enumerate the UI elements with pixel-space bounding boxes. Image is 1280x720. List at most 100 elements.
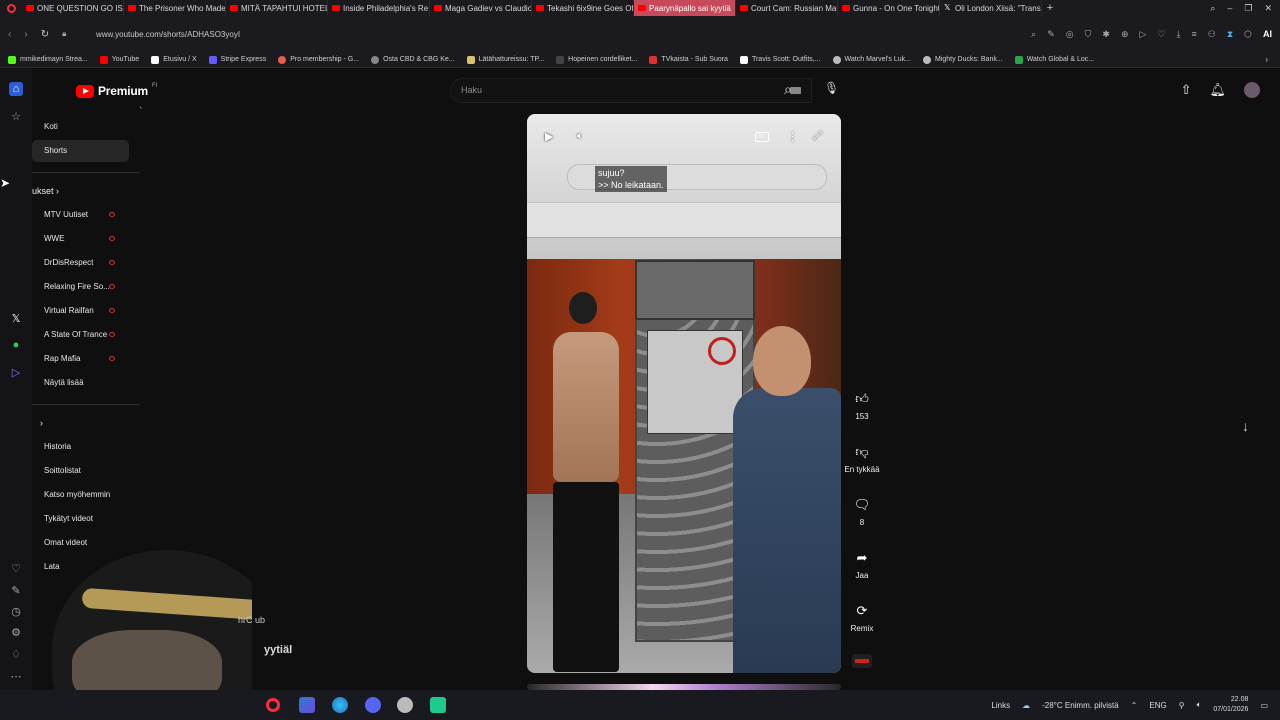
menu-icon[interactable]: ≡ [1191, 29, 1196, 39]
edit-icon[interactable]: ✎ [1047, 29, 1055, 40]
weather-icon[interactable]: ☁ [1022, 701, 1030, 710]
history-icon[interactable]: ◷ [9, 605, 23, 619]
camera-icon[interactable]: ◎ [1066, 29, 1074, 40]
browser-tab[interactable]: Inside Philadelphia's Re [328, 0, 430, 16]
browser-tab[interactable]: ONE QUESTION GO IS BA [22, 0, 124, 16]
upload-icon[interactable]: ⇧ [1181, 82, 1192, 98]
extension-icon[interactable]: ✱ [1102, 29, 1110, 40]
subscription-item[interactable]: MTV Uutiset [32, 204, 129, 226]
heart-icon[interactable]: ♡ [1157, 29, 1165, 40]
edge-taskbar-icon[interactable] [332, 697, 348, 713]
comments-button[interactable]: 🗨︎ 8 [840, 494, 884, 527]
show-more-button[interactable]: Näytä lisää [32, 372, 129, 394]
spotify-icon[interactable]: ● [9, 338, 23, 352]
youtube-logo[interactable]: Premium FI [76, 83, 157, 98]
links-toolbar[interactable]: Links [991, 701, 1010, 710]
settings-icon[interactable]: ⚙ [9, 626, 23, 640]
edit-icon[interactable]: ✎ [9, 584, 23, 598]
heart-icon[interactable]: ♡ [9, 562, 23, 576]
sound-thumbnail[interactable] [852, 654, 872, 668]
forward-icon[interactable]: › [24, 29, 27, 40]
play-icon[interactable]: ▶ [545, 130, 553, 143]
minimize-icon[interactable]: – [1227, 3, 1232, 13]
browser-tab[interactable]: Gunna - On One Tonight [838, 0, 940, 16]
bookmark[interactable]: mmikedimayn Strea... [8, 55, 100, 64]
ai-button[interactable]: AI [1263, 29, 1272, 39]
fullscreen-icon[interactable]: ⤢ [813, 130, 822, 143]
new-tab-icon[interactable]: + [1042, 2, 1058, 14]
browser-tab-active[interactable]: Paarynäpallo sai kyytiä [634, 0, 736, 16]
url-field[interactable]: www.youtube.com/shorts/ADHASO3yoyI [96, 30, 240, 39]
opera-logo-icon[interactable] [0, 0, 22, 16]
avatar[interactable] [1244, 82, 1260, 98]
share-button[interactable]: ➦ Jaa [840, 547, 884, 580]
microphone-icon[interactable]: 🎙︎ [824, 81, 839, 95]
more-icon[interactable]: ⋯ [9, 670, 23, 684]
browser-tab[interactable]: Maga Gadiev vs Claudio [430, 0, 532, 16]
discord-taskbar-icon[interactable] [365, 697, 381, 713]
volume-icon[interactable]: 🔈︎ [577, 130, 584, 143]
reload-icon[interactable]: ↻ [41, 29, 49, 40]
obs-taskbar-icon[interactable] [430, 697, 446, 713]
bookmark[interactable]: Etusivu / X [151, 55, 208, 64]
subscription-item[interactable]: WWE [32, 228, 129, 250]
browser-tab[interactable]: Court Cam: Russian Man [736, 0, 838, 16]
guide-item-playlists[interactable]: Soittolistat [32, 460, 129, 482]
clock[interactable]: 22.08 07/01/2026 [1213, 695, 1248, 715]
player-icon[interactable]: ▷ [9, 366, 23, 380]
browser-tab[interactable]: The Prisoner Who Made [124, 0, 226, 16]
subscription-item[interactable]: Virtual Railfan [32, 300, 129, 322]
aria-icon[interactable]: ⧗ [1227, 29, 1233, 40]
bulb-icon[interactable]: ♢ [9, 648, 23, 662]
guide-item-liked-videos[interactable]: Tykätyt videot [32, 508, 129, 530]
search-icon[interactable]: ⌕ [784, 81, 792, 98]
chevron-up-icon[interactable]: ⌃ [1131, 701, 1138, 710]
profile-icon[interactable]: ⚇ [1208, 29, 1216, 40]
guide-item-history[interactable]: Historia [32, 436, 129, 458]
bookmark[interactable]: Pro membership - G... [278, 55, 371, 64]
shorts-player[interactable]: ▶ 🔈︎ CC ⋮ ⤢ sujuu? >> No leikataan. [527, 114, 841, 673]
subscription-item[interactable]: DrDisRespect [32, 252, 129, 274]
subscriptions-heading[interactable]: ukset › [32, 186, 59, 196]
language-indicator[interactable]: ENG [1149, 701, 1166, 710]
search-input[interactable]: Haku [450, 78, 812, 103]
guide-item-shorts[interactable]: Shorts [32, 140, 129, 162]
star-icon[interactable]: ☆ [9, 110, 23, 124]
play-icon[interactable]: ▷ [1139, 29, 1146, 40]
captions-button[interactable]: CC [755, 132, 769, 142]
search-icon[interactable]: ⌕ [1031, 29, 1036, 40]
bookmark[interactable]: YouTube [99, 55, 152, 64]
search-tabs-icon[interactable]: ⌕ [1210, 3, 1215, 14]
restore-icon[interactable]: ❐ [1244, 3, 1252, 14]
bookmark[interactable]: Travis Scott: Outfits,... [739, 55, 833, 64]
dislike-button[interactable]: 👎︎ En tykkää [840, 441, 884, 474]
more-vert-icon[interactable]: ⋮ [787, 130, 798, 143]
vpn-icon[interactable]: ⊕ [1121, 29, 1129, 40]
subscription-item[interactable]: A State Of Trance [32, 324, 129, 346]
bookmark[interactable]: Watch Global & Loc... [1014, 55, 1106, 64]
bookmark[interactable]: Hopeinen cordelliket... [556, 55, 649, 64]
notification-center-icon[interactable]: ▭ [1260, 701, 1268, 710]
bookmarks-more-icon[interactable]: › [1265, 55, 1268, 64]
bookmark[interactable]: Stripe Express [208, 55, 279, 64]
volume-icon[interactable]: 🔈︎ [1197, 700, 1202, 710]
next-short-icon[interactable]: ↓ [1242, 418, 1249, 434]
weather-text[interactable]: -28°C Enimm. pilvistä [1042, 701, 1119, 710]
subscription-item[interactable]: Rap Mafia [32, 348, 129, 370]
guide-item-home[interactable]: Koti [32, 116, 129, 138]
app-taskbar-icon[interactable] [397, 697, 413, 713]
shield-icon[interactable]: ⛉ [1085, 29, 1092, 40]
remix-button[interactable]: ⟳ Remix [840, 600, 884, 633]
bookmark[interactable]: TVkaista - Sub Suora [649, 55, 740, 64]
browser-tab[interactable]: 𝕏 Oli London Xiisä: "Trans [940, 0, 1042, 16]
like-button[interactable]: 👍︎ 153 [840, 388, 884, 421]
notifications-icon[interactable]: 🔔︎ [1209, 82, 1226, 98]
subscription-item[interactable]: Relaxing Fire So... [32, 276, 129, 298]
x-icon[interactable]: 𝕏 [9, 312, 23, 326]
bookmark[interactable]: Mighty Ducks: Bank... [922, 55, 1015, 64]
close-icon[interactable]: ✕ [1264, 3, 1272, 14]
office-taskbar-icon[interactable] [299, 697, 315, 713]
cube-icon[interactable]: ⬡ [1244, 29, 1252, 40]
opera-taskbar-icon[interactable] [266, 698, 280, 712]
bookmark[interactable]: Lätähattureissu: TP... [466, 55, 557, 64]
